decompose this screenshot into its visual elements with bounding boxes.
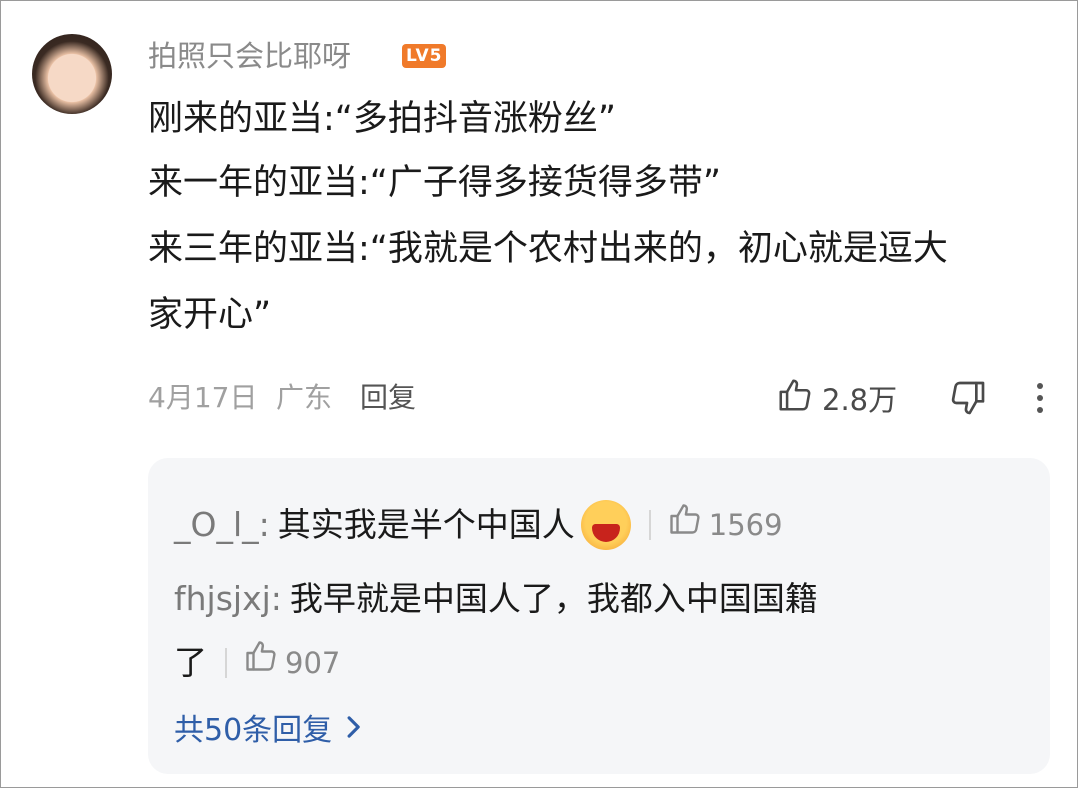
like-count: 2.8万 <box>822 383 898 417</box>
thumbs-down-icon[interactable] <box>948 378 988 422</box>
comment-username[interactable]: 拍照只会比耶呀 <box>148 36 351 76</box>
reply-item[interactable]: _O_l_: 其实我是半个中国人 1569 <box>174 500 783 550</box>
more-options-icon[interactable] <box>1030 380 1050 420</box>
level-badge: LV5 <box>402 44 447 68</box>
comment-text-line-2: 来一年的亚当:“广子得多接货得多带” <box>148 163 722 203</box>
reply-like-button[interactable]: 1569 <box>667 501 783 550</box>
view-more-replies-link[interactable]: 共50条回复 <box>174 708 362 754</box>
divider <box>648 510 651 540</box>
comment-date: 4月17日 <box>148 381 258 414</box>
reply-text: 我早就是中国人了，我都入中国国籍 <box>289 579 818 618</box>
user-avatar[interactable] <box>32 34 112 114</box>
comment-text-line-1: 刚来的亚当:“多拍抖音涨粉丝” <box>148 99 617 139</box>
laughing-emoji-icon <box>580 500 631 550</box>
reply-text-continued: 了 <box>174 642 207 682</box>
reply-item[interactable]: fhjsjxj: 我早就是中国人了，我都入中国国籍 <box>174 576 818 622</box>
like-button[interactable]: 2.8万 <box>776 378 897 418</box>
thumbs-up-icon <box>667 501 703 550</box>
reply-username[interactable]: fhjsjxj: <box>174 576 282 622</box>
reply-button[interactable]: 回复 <box>360 378 416 418</box>
thumbs-up-icon <box>776 376 814 421</box>
comment-location: 广东 <box>276 381 333 414</box>
thumbs-up-icon <box>243 638 279 687</box>
more-replies-label: 共50条回复 <box>174 713 333 748</box>
reply-item-continuation: 了 907 <box>174 638 340 687</box>
comment-text-line-4: 家开心” <box>148 295 272 335</box>
reply-text: 其实我是半个中国人 <box>277 505 575 544</box>
divider <box>225 647 227 678</box>
chevron-right-icon <box>344 708 362 754</box>
reply-like-count: 1569 <box>708 508 783 542</box>
comment-text-line-3: 来三年的亚当:“我就是个农村出来的，初心就是逗大 <box>148 229 948 269</box>
reply-like-button[interactable]: 907 <box>243 638 340 687</box>
reply-username[interactable]: _O_l_: <box>174 502 270 548</box>
reply-like-count: 907 <box>285 645 341 680</box>
